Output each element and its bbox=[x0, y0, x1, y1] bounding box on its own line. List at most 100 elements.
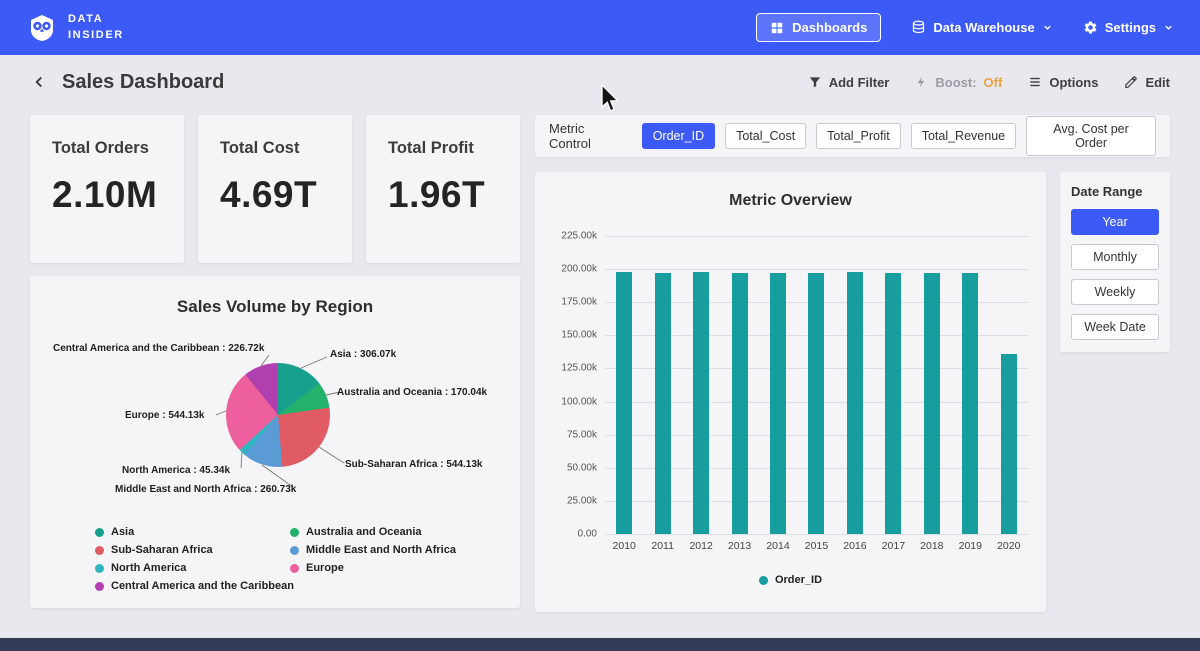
page-title: Sales Dashboard bbox=[62, 71, 224, 94]
kpi-row: Total Orders 2.10M Total Cost 4.69T Tota… bbox=[30, 115, 520, 263]
dashboard-main: Total Orders 2.10M Total Cost 4.69T Tota… bbox=[0, 109, 1200, 612]
pie-legend-column-1: Asia Sub-Saharan Africa North America Ce… bbox=[95, 526, 290, 592]
legend-label: Middle East and North Africa bbox=[306, 544, 456, 556]
bar-chart-card: Metric Overview 225.00k200.00k175.00k150… bbox=[535, 172, 1046, 612]
kpi-value: 2.10M bbox=[52, 174, 162, 216]
date-range-panel: Date Range Year Monthly Weekly Week Date bbox=[1060, 172, 1170, 352]
add-filter-label: Add Filter bbox=[829, 75, 890, 90]
plot-area bbox=[605, 236, 1028, 534]
pie-callout-asia: Asia : 306.07k bbox=[330, 349, 396, 360]
gear-icon bbox=[1083, 20, 1098, 35]
y-axis-label: 100.00k bbox=[561, 396, 597, 407]
legend-dot bbox=[290, 528, 299, 537]
date-range-week-date-button[interactable]: Week Date bbox=[1071, 314, 1159, 340]
y-axis-label: 225.00k bbox=[561, 231, 597, 242]
legend-dot bbox=[290, 546, 299, 555]
nav-settings-label: Settings bbox=[1105, 20, 1156, 35]
bottom-bar bbox=[0, 638, 1200, 651]
bar-2010[interactable] bbox=[609, 236, 639, 534]
x-axis-label: 2018 bbox=[917, 540, 947, 552]
nav-dashboards[interactable]: Dashboards bbox=[756, 13, 881, 42]
y-axis-label: 25.00k bbox=[567, 495, 597, 506]
main-nav: Dashboards Data Warehouse Settings bbox=[756, 13, 1174, 42]
legend-label: Australia and Oceania bbox=[306, 526, 422, 538]
legend-item-australia-oceania[interactable]: Australia and Oceania bbox=[290, 526, 456, 538]
options-label: Options bbox=[1049, 75, 1098, 90]
pie-callout-mena: Middle East and North Africa : 260.73k bbox=[115, 484, 296, 495]
bar-2014[interactable] bbox=[763, 236, 793, 534]
list-icon bbox=[1028, 75, 1042, 89]
bar-2018[interactable] bbox=[917, 236, 947, 534]
bar-2019[interactable] bbox=[955, 236, 985, 534]
legend-dot bbox=[95, 528, 104, 537]
date-range-monthly-button[interactable]: Monthly bbox=[1071, 244, 1159, 270]
y-axis-label: 200.00k bbox=[561, 264, 597, 275]
chevron-down-icon bbox=[1042, 22, 1053, 33]
options-button[interactable]: Options bbox=[1028, 75, 1098, 90]
chevron-down-icon bbox=[1163, 22, 1174, 33]
legend-label: Sub-Saharan Africa bbox=[111, 544, 213, 556]
legend-item-asia[interactable]: Asia bbox=[95, 526, 290, 538]
legend-item-north-america[interactable]: North America bbox=[95, 562, 290, 574]
kpi-label: Total Profit bbox=[388, 139, 498, 158]
pie-legend: Asia Sub-Saharan Africa North America Ce… bbox=[45, 526, 505, 592]
kpi-label: Total Orders bbox=[52, 139, 162, 158]
metric-chip-avg-cost-per-order[interactable]: Avg. Cost per Order bbox=[1026, 116, 1156, 156]
kpi-label: Total Cost bbox=[220, 139, 330, 158]
metric-chip-total-revenue[interactable]: Total_Revenue bbox=[911, 123, 1016, 149]
legend-label: Order_ID bbox=[775, 574, 822, 586]
bar-2020[interactable] bbox=[994, 236, 1024, 534]
x-axis-label: 2011 bbox=[648, 540, 678, 552]
pie-chart-card: Sales Volume by Region Asia : 306.07k Au… bbox=[30, 276, 520, 608]
legend-dot bbox=[95, 564, 104, 573]
legend-item-mena[interactable]: Middle East and North Africa bbox=[290, 544, 456, 556]
back-button[interactable] bbox=[30, 73, 48, 91]
bar-2011[interactable] bbox=[648, 236, 678, 534]
legend-label: North America bbox=[111, 562, 186, 574]
metric-chip-total-profit[interactable]: Total_Profit bbox=[816, 123, 901, 149]
nav-data-warehouse[interactable]: Data Warehouse bbox=[911, 20, 1052, 35]
metric-chip-total-cost[interactable]: Total_Cost bbox=[725, 123, 806, 149]
bar-2016[interactable] bbox=[840, 236, 870, 534]
x-axis-label: 2017 bbox=[878, 540, 908, 552]
nav-settings[interactable]: Settings bbox=[1083, 20, 1174, 35]
right-column: Metric Control Order_ID Total_Cost Total… bbox=[535, 115, 1170, 612]
brand-line2: INSIDER bbox=[68, 28, 124, 43]
metric-chip-order-id[interactable]: Order_ID bbox=[642, 123, 715, 149]
edit-label: Edit bbox=[1145, 75, 1170, 90]
x-axis-label: 2020 bbox=[994, 540, 1024, 552]
legend-item-europe[interactable]: Europe bbox=[290, 562, 456, 574]
bar-chart-body: 225.00k200.00k175.00k150.00k125.00k100.0… bbox=[553, 236, 1028, 534]
brand-name: DATA INSIDER bbox=[68, 12, 124, 43]
x-axis-label: 2010 bbox=[609, 540, 639, 552]
bar-2017[interactable] bbox=[878, 236, 908, 534]
date-range-weekly-button[interactable]: Weekly bbox=[1071, 279, 1159, 305]
x-axis-label: 2016 bbox=[840, 540, 870, 552]
metric-control-bar: Metric Control Order_ID Total_Cost Total… bbox=[535, 115, 1170, 157]
chart-row: Metric Overview 225.00k200.00k175.00k150… bbox=[535, 172, 1170, 612]
bar-2015[interactable] bbox=[801, 236, 831, 534]
funnel-icon bbox=[808, 75, 822, 89]
bar-chart-legend[interactable]: Order_ID bbox=[553, 574, 1028, 586]
legend-label: Europe bbox=[306, 562, 344, 574]
toolbar-actions: Add Filter Boost: Off Options Edit bbox=[808, 75, 1170, 90]
pie-chart-title: Sales Volume by Region bbox=[45, 297, 505, 317]
pie[interactable] bbox=[226, 363, 330, 467]
kpi-value: 1.96T bbox=[388, 174, 498, 216]
legend-item-central-america[interactable]: Central America and the Caribbean bbox=[95, 580, 290, 592]
x-axis-label: 2012 bbox=[686, 540, 716, 552]
nav-data-warehouse-label: Data Warehouse bbox=[933, 20, 1034, 35]
edit-button[interactable]: Edit bbox=[1124, 75, 1170, 90]
legend-dot bbox=[95, 582, 104, 591]
y-axis-label: 75.00k bbox=[567, 429, 597, 440]
legend-dot bbox=[290, 564, 299, 573]
bar-2013[interactable] bbox=[725, 236, 755, 534]
add-filter-button[interactable]: Add Filter bbox=[808, 75, 890, 90]
boost-toggle[interactable]: Boost: Off bbox=[915, 75, 1002, 90]
boost-state: Off bbox=[984, 75, 1003, 90]
database-icon bbox=[911, 20, 926, 35]
kpi-card-total-profit: Total Profit 1.96T bbox=[366, 115, 520, 263]
date-range-year-button[interactable]: Year bbox=[1071, 209, 1159, 235]
bar-2012[interactable] bbox=[686, 236, 716, 534]
legend-item-sub-saharan-africa[interactable]: Sub-Saharan Africa bbox=[95, 544, 290, 556]
